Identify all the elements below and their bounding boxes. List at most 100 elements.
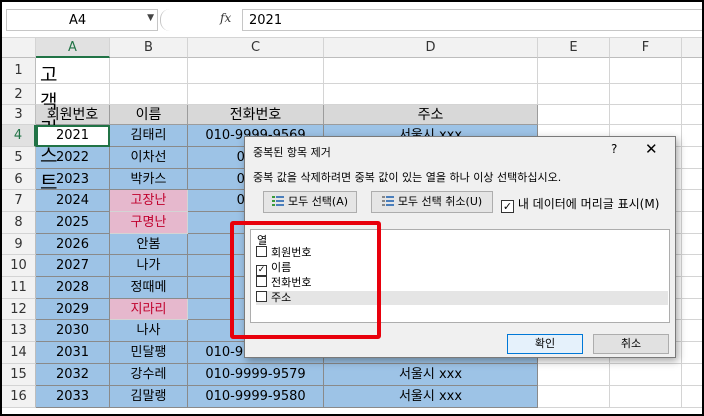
- headers-checkbox[interactable]: ✓: [501, 200, 514, 213]
- table-cell-name[interactable]: 이차선: [110, 147, 188, 169]
- grid-cell[interactable]: [682, 342, 702, 364]
- grid-cell[interactable]: [538, 84, 610, 105]
- column-header-g[interactable]: [682, 38, 702, 58]
- table-cell-id[interactable]: 2030: [36, 320, 110, 342]
- table-header-cell[interactable]: 이름: [110, 105, 188, 125]
- grid-cell[interactable]: [682, 386, 702, 408]
- cancel-button[interactable]: 취소: [593, 334, 669, 354]
- grid-cell[interactable]: [682, 299, 702, 320]
- row-header-13[interactable]: 13: [2, 320, 36, 342]
- unselect-all-label: 모두 선택 취소(U): [397, 195, 483, 208]
- grid-cell[interactable]: [538, 58, 610, 84]
- grid-cell[interactable]: [610, 58, 682, 84]
- column-header-c[interactable]: C: [188, 38, 324, 58]
- table-header-cell[interactable]: 전화번호: [188, 105, 324, 125]
- table-cell-name[interactable]: 민달팽: [110, 342, 188, 364]
- grid-cell[interactable]: [682, 147, 702, 169]
- column-header-e[interactable]: E: [538, 38, 610, 58]
- grid-cell[interactable]: [682, 212, 702, 234]
- help-icon[interactable]: ?: [611, 142, 617, 156]
- table-cell-id[interactable]: 2025: [36, 212, 110, 234]
- select-all-corner[interactable]: [2, 38, 36, 58]
- grid-cell[interactable]: [538, 386, 610, 408]
- name-box[interactable]: A4 ▼: [6, 9, 158, 31]
- table-cell-name[interactable]: 정때메: [110, 277, 188, 299]
- table-cell-id[interactable]: 2027: [36, 255, 110, 277]
- grid-cell[interactable]: [610, 84, 682, 105]
- table-header-cell[interactable]: 주소: [324, 105, 538, 125]
- chevron-down-icon[interactable]: ▼: [147, 13, 154, 23]
- row-header-4[interactable]: 4: [2, 125, 36, 147]
- dialog-description: 중복 값을 삭제하려면 중복 값이 있는 열을 하나 이상 선택하십시오.: [253, 171, 562, 184]
- grid-cell[interactable]: [110, 58, 188, 84]
- table-cell-address[interactable]: 서울시 xxx: [324, 386, 538, 408]
- row-header-6[interactable]: 6: [2, 169, 36, 190]
- column-header-f[interactable]: F: [610, 38, 682, 58]
- grid-cell[interactable]: [610, 105, 682, 125]
- grid-cell[interactable]: [682, 190, 702, 212]
- grid-cell[interactable]: [188, 58, 324, 84]
- row-header-10[interactable]: 10: [2, 255, 36, 277]
- close-icon[interactable]: ✕: [645, 140, 658, 158]
- table-cell-name[interactable]: 김말랭: [110, 386, 188, 408]
- grid-cell[interactable]: [538, 364, 610, 386]
- headers-option[interactable]: ✓ 내 데이터에 머리글 표시(M): [501, 195, 659, 213]
- table-cell-name[interactable]: 강수레: [110, 364, 188, 386]
- table-cell-name[interactable]: 나가: [110, 255, 188, 277]
- table-cell-phone[interactable]: 010-9999-9580: [188, 386, 324, 408]
- table-cell-id[interactable]: 2021: [36, 125, 110, 147]
- grid-cell[interactable]: [682, 277, 702, 299]
- row-header-5[interactable]: 5: [2, 147, 36, 169]
- row-header-14[interactable]: 14: [2, 342, 36, 364]
- table-cell-name[interactable]: 박카스: [110, 169, 188, 190]
- row-header-12[interactable]: 12: [2, 299, 36, 320]
- grid-cell[interactable]: [324, 58, 538, 84]
- table-cell-name[interactable]: 김태리: [110, 125, 188, 147]
- grid-cell[interactable]: [682, 234, 702, 255]
- table-cell-phone[interactable]: 010-9999-9579: [188, 364, 324, 386]
- table-cell-name[interactable]: 나사: [110, 320, 188, 342]
- table-cell-id[interactable]: 2033: [36, 386, 110, 408]
- grid-cell[interactable]: [682, 169, 702, 190]
- row-header-15[interactable]: 15: [2, 364, 36, 386]
- table-cell-name[interactable]: 구명난: [110, 212, 188, 234]
- function-icon[interactable]: fx: [220, 11, 231, 25]
- table-cell-name[interactable]: 안봄: [110, 234, 188, 255]
- row-header-7[interactable]: 7: [2, 190, 36, 212]
- grid-cell[interactable]: [682, 255, 702, 277]
- column-header-b[interactable]: B: [110, 38, 188, 58]
- table-cell-name[interactable]: 지라리: [110, 299, 188, 320]
- row-header-11[interactable]: 11: [2, 277, 36, 299]
- grid-cell[interactable]: [682, 125, 702, 147]
- row-header-8[interactable]: 8: [2, 212, 36, 234]
- row-header-3[interactable]: 3: [2, 105, 36, 125]
- table-cell-id[interactable]: 2026: [36, 234, 110, 255]
- unselect-all-button[interactable]: 모두 선택 취소(U): [371, 191, 493, 213]
- ok-button[interactable]: 확인: [507, 334, 583, 354]
- column-header-d[interactable]: D: [324, 38, 538, 58]
- grid-cell[interactable]: [682, 320, 702, 342]
- grid-cell[interactable]: [610, 364, 682, 386]
- grid-cell[interactable]: [538, 105, 610, 125]
- row-header-9[interactable]: 9: [2, 234, 36, 255]
- row-header-2[interactable]: 2: [2, 84, 36, 105]
- grid-cell[interactable]: [682, 84, 702, 105]
- row-header-16[interactable]: 16: [2, 386, 36, 408]
- table-cell-name[interactable]: 고장난: [110, 190, 188, 212]
- grid-cell[interactable]: [324, 84, 538, 105]
- table-cell-address[interactable]: 서울시 xxx: [324, 364, 538, 386]
- select-all-button[interactable]: 모두 선택(A): [263, 191, 357, 213]
- table-cell-id[interactable]: 2028: [36, 277, 110, 299]
- column-header-a[interactable]: A: [36, 38, 110, 58]
- grid-cell[interactable]: [682, 364, 702, 386]
- table-cell-id[interactable]: 2029: [36, 299, 110, 320]
- grid-cell[interactable]: [682, 105, 702, 125]
- grid-cell[interactable]: [682, 58, 702, 84]
- table-cell-id[interactable]: 2032: [36, 364, 110, 386]
- grid-cell[interactable]: [110, 84, 188, 105]
- grid-cell[interactable]: [188, 84, 324, 105]
- formula-input[interactable]: 2021: [242, 9, 702, 31]
- table-cell-id[interactable]: 2031: [36, 342, 110, 364]
- row-header-1[interactable]: 1: [2, 58, 36, 84]
- grid-cell[interactable]: [610, 386, 682, 408]
